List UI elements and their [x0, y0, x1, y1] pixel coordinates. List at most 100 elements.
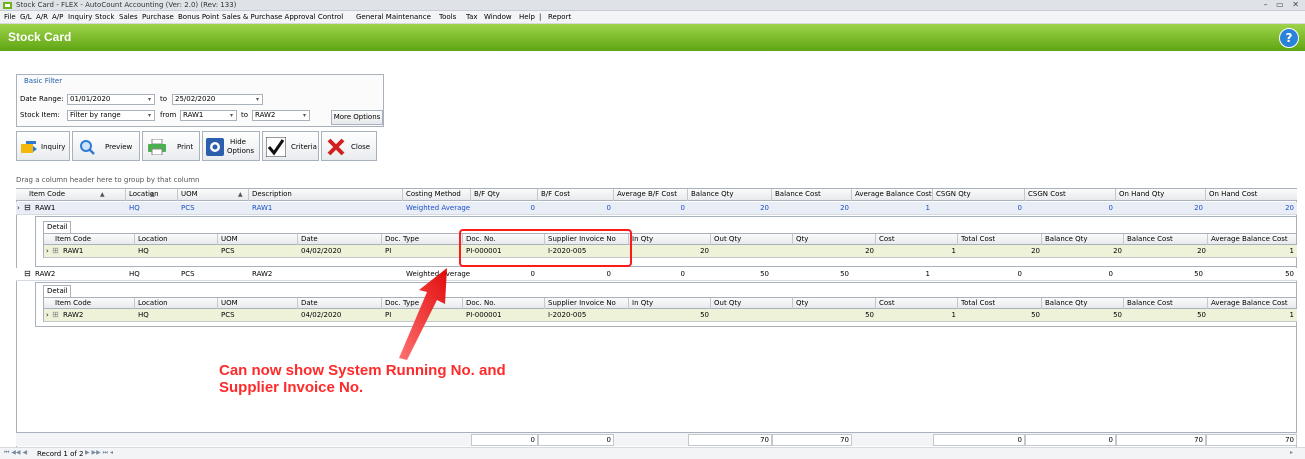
detail-row[interactable]: › ⊞ RAW2 HQ PCS 04/02/2020 PI PI-000001 …	[43, 309, 1297, 322]
nav-first-prev-icons[interactable]: ⏮ ◀◀ ◀	[4, 449, 27, 457]
chevron-down-icon[interactable]: ▾	[148, 95, 151, 104]
menu-report[interactable]: Report	[548, 13, 571, 21]
cell-balance-cost: 50	[840, 270, 849, 278]
chevron-down-icon[interactable]: ▾	[148, 111, 151, 120]
dcell-balance-qty: 50	[1113, 311, 1122, 319]
dcell-item-code: RAW2	[63, 311, 84, 319]
close-button[interactable]: Close	[321, 131, 377, 161]
menu-tax[interactable]: Tax	[466, 13, 478, 21]
checkmark-icon	[266, 137, 286, 157]
col-avg-balance-cost[interactable]: Average Balance Cost	[852, 189, 933, 201]
menu-bonus-point[interactable]: Bonus Point	[178, 13, 219, 21]
dcell-avg-balance-cost: 1	[1289, 247, 1294, 255]
chevron-down-icon[interactable]: ▾	[303, 111, 306, 120]
col-bf-cost[interactable]: B/F Cost	[538, 189, 614, 201]
group-by-hint: Drag a column header here to group by th…	[16, 176, 200, 184]
table-row[interactable]: › ⊟ RAW1 HQ PCS RAW1 Weighted Average 0 …	[16, 202, 1297, 215]
menu-inquiry[interactable]: Inquiry	[68, 13, 92, 21]
menu-help[interactable]: Help	[519, 13, 535, 21]
stock-filter-mode-value: Filter by range	[70, 111, 121, 119]
preview-button[interactable]: Preview	[72, 131, 140, 161]
date-to-field[interactable]: 25/02/2020 ▾	[172, 94, 263, 105]
preview-label: Preview	[105, 143, 133, 151]
col-costing-method[interactable]: Costing Method	[403, 189, 471, 201]
dcell-uom: PCS	[221, 311, 235, 319]
menu-tools[interactable]: Tools	[439, 13, 456, 21]
tab-detail[interactable]: Detail	[43, 285, 71, 297]
total-on-hand-cost: 70	[1206, 434, 1297, 446]
more-options-button[interactable]: More Options	[331, 110, 383, 125]
total-balance-cost: 70	[772, 434, 852, 446]
cell-balance-qty: 20	[760, 204, 769, 212]
total-balance-qty: 70	[688, 434, 772, 446]
menu-approval-control[interactable]: Sales & Purchase Approval Control	[222, 13, 343, 21]
inquiry-button[interactable]: Inquiry	[16, 131, 70, 161]
annotation-callout: Can now show System Running No. and Supp…	[219, 362, 506, 396]
hide-label-line1: Hide	[230, 138, 246, 146]
cell-on-hand-qty: 50	[1194, 270, 1203, 278]
menu-bar: File G/L A/R A/P Inquiry Stock Sales Pur…	[0, 11, 1305, 24]
print-button[interactable]: Print	[142, 131, 200, 161]
col-item-code[interactable]: Item Code	[26, 189, 126, 201]
col-avg-bf-cost[interactable]: Average B/F Cost	[614, 189, 688, 201]
menu-general-maintenance[interactable]: General Maintenance	[356, 13, 431, 21]
nav-next-last-icons[interactable]: ▶ ▶▶ ⏭ ◂	[85, 449, 113, 457]
menu-stock[interactable]: Stock	[95, 13, 114, 21]
item-from-field[interactable]: RAW1 ▾	[180, 110, 237, 121]
cell-uom: PCS	[181, 270, 195, 278]
dcell-supplier-invoice-no: I-2020-005	[548, 311, 587, 319]
stock-filter-mode-select[interactable]: Filter by range ▾	[67, 110, 155, 121]
cell-item-code: RAW1	[35, 204, 56, 212]
cell-balance-qty: 50	[760, 270, 769, 278]
expand-icon[interactable]: ⊞	[52, 246, 59, 255]
cell-avg-bf-cost: 0	[680, 270, 685, 278]
hide-options-button[interactable]: Hide Options	[202, 131, 260, 161]
scroll-right-icon[interactable]: ▸	[1290, 449, 1293, 456]
grid-footer-totals: 0 0 70 70 0 0 70 70	[16, 432, 1297, 446]
cell-location: HQ	[129, 204, 140, 212]
annotation-line-2: Supplier Invoice No.	[219, 379, 364, 396]
col-on-hand-cost[interactable]: On Hand Cost	[1206, 189, 1297, 201]
col-csgn-cost[interactable]: CSGN Cost	[1025, 189, 1116, 201]
item-to-field[interactable]: RAW2 ▾	[252, 110, 310, 121]
cell-balance-cost: 20	[840, 204, 849, 212]
menu-sales[interactable]: Sales	[119, 13, 138, 21]
dcell-cost: 1	[951, 311, 956, 319]
chevron-down-icon[interactable]: ▾	[256, 95, 259, 104]
window-controls[interactable]: – ▭ ✕	[1264, 0, 1302, 9]
dcell-balance-cost: 20	[1197, 247, 1206, 255]
cell-item-code: RAW2	[35, 270, 56, 278]
col-balance-cost[interactable]: Balance Cost	[772, 189, 852, 201]
menu-purchase[interactable]: Purchase	[142, 13, 174, 21]
dcell-location: HQ	[138, 247, 149, 255]
to-item-label: to	[241, 111, 249, 119]
col-balance-qty[interactable]: Balance Qty	[688, 189, 772, 201]
dcell-in-qty: 20	[700, 247, 709, 255]
chevron-down-icon[interactable]: ▾	[230, 111, 233, 120]
cell-description: RAW2	[252, 270, 273, 278]
menu-file[interactable]: File	[4, 13, 16, 21]
to-label: to	[160, 95, 168, 103]
col-bf-qty[interactable]: B/F Qty	[471, 189, 538, 201]
col-csgn-qty[interactable]: CSGN Qty	[933, 189, 1025, 201]
detail-row[interactable]: › ⊞ RAW1 HQ PCS 04/02/2020 PI PI-000001 …	[43, 245, 1297, 258]
menu-ar[interactable]: A/R	[36, 13, 48, 21]
row-indicator-icon: ›	[46, 311, 49, 319]
collapse-icon[interactable]: ⊟	[24, 203, 31, 212]
col-description[interactable]: Description	[249, 189, 403, 201]
dcell-avg-balance-cost: 1	[1289, 311, 1294, 319]
menu-ap[interactable]: A/P	[52, 13, 63, 21]
date-from-field[interactable]: 01/01/2020 ▾	[67, 94, 155, 105]
collapse-icon[interactable]: ⊟	[24, 269, 31, 278]
close-icon	[327, 138, 345, 156]
menu-gl[interactable]: G/L	[20, 13, 32, 21]
col-on-hand-qty[interactable]: On Hand Qty	[1116, 189, 1206, 201]
total-csgn-cost: 0	[1025, 434, 1116, 446]
tab-detail[interactable]: Detail	[43, 221, 71, 233]
criteria-button[interactable]: Criteria	[262, 131, 319, 161]
table-row[interactable]: ⊟ RAW2 HQ PCS RAW2 Weighted Average 0 0 …	[16, 268, 1297, 281]
menu-window[interactable]: Window	[484, 13, 512, 21]
sort-asc-icon: ▲	[238, 191, 243, 198]
help-icon[interactable]: ?	[1279, 28, 1299, 48]
expand-icon[interactable]: ⊞	[52, 310, 59, 319]
